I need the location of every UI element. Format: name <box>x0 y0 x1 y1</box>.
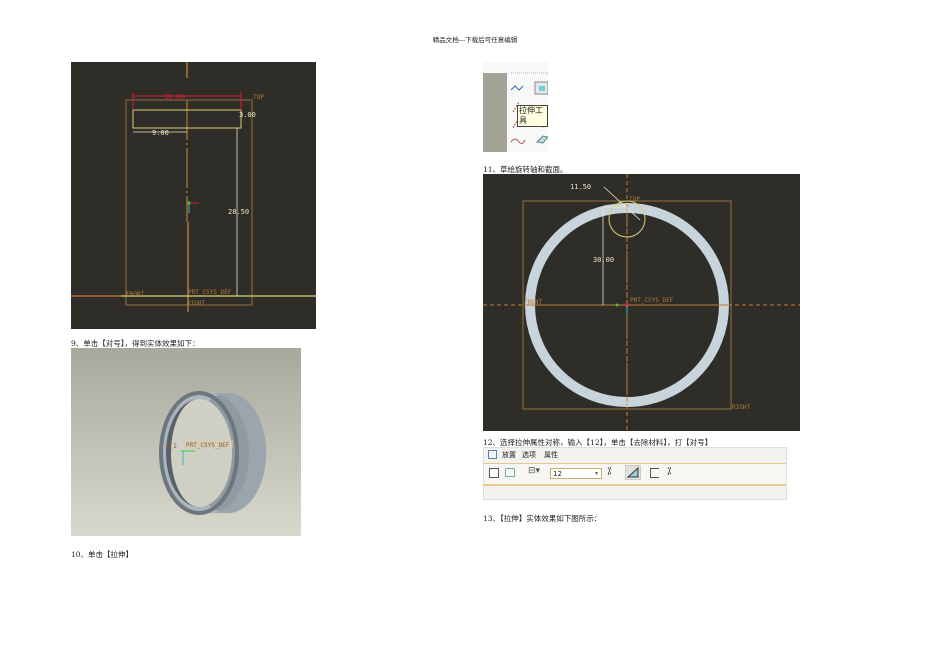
dim-width-label[interactable]: 18.00 <box>164 93 185 101</box>
tab-placement[interactable]: 放置 <box>502 450 516 460</box>
csys-label: PRT_CSYS_DEF <box>188 289 232 296</box>
dim-offset-label[interactable]: 9.00 <box>152 129 169 137</box>
datum-right-label: RIGHT <box>187 300 205 307</box>
ring-solid-drawing: A_2 PRT_CSYS_DEF <box>159 391 266 515</box>
datum-front-label: FRONT <box>126 291 144 298</box>
flip-material-icon[interactable]: ⁒ <box>667 466 672 477</box>
solid-render-1: A_2 PRT_CSYS_DEF <box>71 348 301 536</box>
axis-label: A_2 <box>166 443 177 450</box>
remove-material-button[interactable] <box>625 465 641 480</box>
datum-top-label: TOP <box>629 196 640 203</box>
flip-direction-icon[interactable]: ⁒ <box>607 466 612 477</box>
dim-diameter-label[interactable]: 11.50 <box>570 183 591 191</box>
sketch-2-drawing: 11.50 30.00 TOP FRONT PRT_CSYS_DEF RIGHT <box>483 174 800 431</box>
extrude-icon <box>488 450 497 459</box>
tooltip: 拉伸工具 <box>517 105 548 127</box>
datum-front-label: FRONT <box>524 299 542 306</box>
step-10-text: 10、单击【拉伸】 <box>71 550 134 559</box>
datum-top-label: TOP <box>253 94 264 101</box>
tab-properties[interactable]: 属性 <box>544 450 558 460</box>
tool-palette-screenshot: 拉伸工具 <box>483 62 548 152</box>
surface-button[interactable] <box>505 468 515 477</box>
thicken-button[interactable] <box>650 468 659 478</box>
solid-button[interactable] <box>489 468 499 478</box>
depth-dropdown-arrow-icon[interactable]: ▾ <box>595 470 598 477</box>
sketch-screenshot-1: 18.00 9.00 3.00 28.50 TOP FRONT PRT_CSYS… <box>71 62 316 329</box>
extrude-dashboard: 放置 选项 属性 ⊟▾ 12 ▾ ⁒ ⁒ <box>483 447 787 500</box>
csys-label: PRT_CSYS_DEF <box>186 442 230 449</box>
tab-options[interactable]: 选项 <box>522 450 536 460</box>
csys-label: PRT_CSYS_DEF <box>630 297 674 304</box>
dim-height-label[interactable]: 30.00 <box>593 256 614 264</box>
dim-height-label[interactable]: 28.50 <box>228 208 249 216</box>
sketch-tool-icon <box>510 85 524 91</box>
dim-thickness-label[interactable]: 3.00 <box>239 111 256 119</box>
document-page: 精品文档---下载后可任意编辑 18.00 9.00 3.00 28.50 TO… <box>0 0 950 672</box>
symmetric-depth-dropdown[interactable]: ⊟▾ <box>528 466 540 476</box>
sketch-1-drawing: 18.00 9.00 3.00 28.50 TOP FRONT PRT_CSYS… <box>71 62 316 312</box>
datum-right-label: RIGHT <box>732 404 750 411</box>
step-13-text: 13、【拉伸】实体效果如下图所示： <box>483 514 602 523</box>
page-header: 精品文档---下载后可任意编辑 <box>432 36 518 44</box>
sketch-screenshot-2: 11.50 30.00 TOP FRONT PRT_CSYS_DEF RIGHT <box>483 174 800 431</box>
